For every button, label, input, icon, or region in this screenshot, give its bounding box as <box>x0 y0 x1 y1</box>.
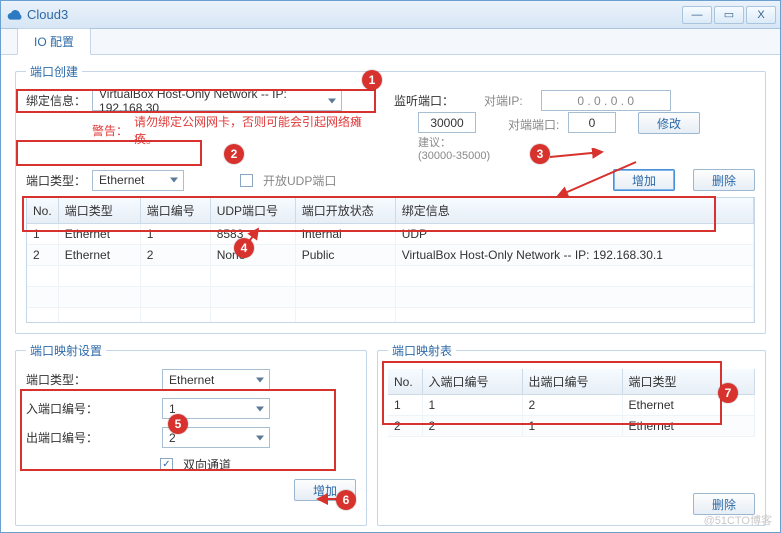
map-port-type-dropdown[interactable]: Ethernet <box>162 369 270 390</box>
listen-port-field[interactable]: 30000 <box>418 112 476 133</box>
peer-port-label: 对端端口: <box>508 116 559 133</box>
group-map-settings: 端口映射设置 端口类型： Ethernet 入端口编号： 1 出端口编号： 2 … <box>15 342 367 526</box>
watermark: @51CTO博客 <box>704 512 772 528</box>
group-map-settings-legend: 端口映射设置 <box>26 342 106 359</box>
col-no: No. <box>27 198 58 224</box>
cloud-icon <box>7 7 23 23</box>
table-row[interactable]: 112Ethernet <box>388 395 755 416</box>
col-type: 端口类型 <box>58 198 140 224</box>
col-bind: 绑定信息 <box>395 198 753 224</box>
col-num: 端口编号 <box>140 198 210 224</box>
col-udp: UDP端口号 <box>210 198 295 224</box>
warning-text: 请勿绑定公网网卡，否则可能会引起网络瘫痪。 <box>134 113 384 147</box>
marker-1: 1 <box>362 70 382 90</box>
close-button[interactable]: X <box>746 6 776 24</box>
table-row[interactable]: 1Ethernet18583InternalUDP <box>27 224 754 245</box>
map-port-type-label: 端口类型： <box>26 371 156 388</box>
warning-label: 警告： <box>92 122 128 139</box>
marker-5: 5 <box>168 414 188 434</box>
marker-6: 6 <box>336 490 356 510</box>
minimize-button[interactable]: — <box>682 6 712 24</box>
listen-hint-text: (30000-35000) <box>418 150 490 162</box>
marker-2: 2 <box>224 144 244 164</box>
marker-3: 3 <box>530 144 550 164</box>
add-port-button[interactable]: 增加 <box>613 169 675 191</box>
open-udp-label: 开放UDP端口 <box>263 172 336 189</box>
marker-7: 7 <box>718 383 738 403</box>
listen-port-label: 监听端口： <box>394 92 454 109</box>
open-udp-checkbox[interactable] <box>240 174 253 187</box>
port-table[interactable]: No. 端口类型 端口编号 UDP端口号 端口开放状态 绑定信息 1Ethern… <box>26 197 755 323</box>
group-port-create: 端口创建 绑定信息： VirtualBox Host-Only Network … <box>15 63 766 334</box>
table-row[interactable]: 2Ethernet2NonePublicVirtualBox Host-Only… <box>27 245 754 266</box>
modify-button[interactable]: 修改 <box>638 112 700 134</box>
binding-label: 绑定信息： <box>26 92 86 109</box>
peer-port-field[interactable]: 0 <box>568 112 616 133</box>
group-port-create-legend: 端口创建 <box>26 63 82 80</box>
in-port-label: 入端口编号： <box>26 400 156 417</box>
app-title: Cloud3 <box>27 7 682 22</box>
table-row[interactable]: 221Ethernet <box>388 416 755 437</box>
group-map-table-legend: 端口映射表 <box>388 342 456 359</box>
marker-4: 4 <box>234 238 254 258</box>
delete-port-button[interactable]: 删除 <box>693 169 755 191</box>
peer-ip-label: 对端IP: <box>484 92 523 109</box>
tab-io-config[interactable]: IO 配置 <box>17 28 91 55</box>
mcol-in: 入端口编号 <box>422 369 522 395</box>
titlebar: Cloud3 — ▭ X <box>1 1 780 29</box>
out-port-label: 出端口编号： <box>26 429 156 446</box>
maximize-button[interactable]: ▭ <box>714 6 744 24</box>
mcol-no: No. <box>388 369 422 395</box>
port-type-label: 端口类型： <box>26 172 86 189</box>
bidir-label: 双向通道 <box>183 456 231 473</box>
listen-hint-label: 建议： <box>418 137 451 149</box>
port-type-dropdown[interactable]: Ethernet <box>92 170 184 191</box>
mcol-out: 出端口编号 <box>522 369 622 395</box>
tabstrip: IO 配置 <box>1 29 780 55</box>
binding-dropdown[interactable]: VirtualBox Host-Only Network -- IP: 192.… <box>92 90 342 111</box>
group-map-table: 端口映射表 No. 入端口编号 出端口编号 端口类型 112Ethernet22… <box>377 342 766 526</box>
peer-ip-field[interactable]: 0 . 0 . 0 . 0 <box>541 90 671 111</box>
bidir-checkbox[interactable]: ✓ <box>160 458 173 471</box>
map-table[interactable]: No. 入端口编号 出端口编号 端口类型 112Ethernet221Ether… <box>388 369 755 437</box>
col-state: 端口开放状态 <box>295 198 395 224</box>
